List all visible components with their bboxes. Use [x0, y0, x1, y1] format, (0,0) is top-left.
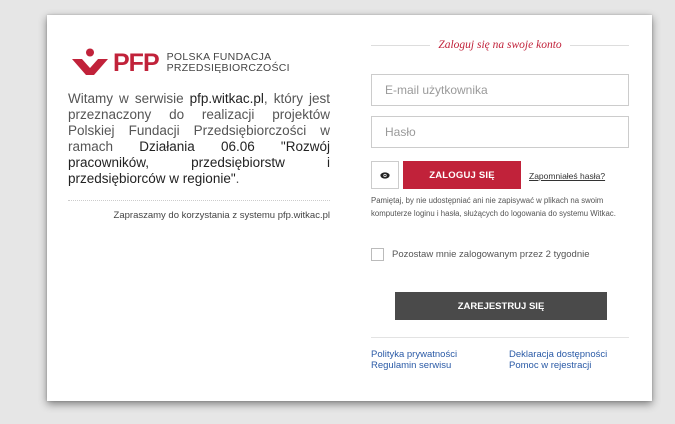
remember-label[interactable]: Pozostaw mnie zalogowanym przez 2 tygodn…: [392, 249, 590, 260]
pfp-logo-icon: [72, 48, 108, 75]
left-divider: [68, 200, 330, 201]
password-input[interactable]: [371, 116, 629, 148]
footer-links-left: Polityka prywatności Regulamin serwisu: [371, 349, 457, 371]
login-card: PFP POLSKA FUNDACJA PRZEDSIĘBIORCZOŚCI W…: [47, 15, 652, 401]
privacy-policy-link[interactable]: Polityka prywatności: [371, 349, 457, 360]
forgot-password-link[interactable]: Zapomniałeś hasła?: [529, 171, 605, 181]
terms-link[interactable]: Regulamin serwisu: [371, 360, 457, 371]
remember-me[interactable]: Pozostaw mnie zalogowanym przez 2 tygodn…: [371, 248, 590, 261]
logo-name-line2: PRZEDSIĘBIORCZOŚCI: [166, 62, 290, 74]
intro-part1: Witamy w serwisie: [68, 91, 190, 106]
heading-line-right: [569, 44, 629, 46]
login-button[interactable]: ZALOGUJ SIĘ: [403, 161, 521, 189]
security-notice: Pamiętaj, by nie udostępniać ani nie zap…: [371, 196, 616, 218]
intro-part3: .: [235, 171, 240, 186]
register-button[interactable]: ZAREJESTRUJ SIĘ: [395, 292, 607, 320]
login-heading-text: Zaloguj się na swoje konto: [438, 39, 562, 51]
welcome-text: Zapraszamy do korzystania z systemu pfp.…: [113, 210, 330, 221]
pfp-logo: PFP POLSKA FUNDACJA PRZEDSIĘBIORCZOŚCI: [70, 48, 290, 78]
login-heading: Zaloguj się na swoje konto: [371, 39, 629, 51]
logo-acronym: PFP: [113, 48, 160, 77]
intro-site: pfp.witkac.pl: [189, 91, 264, 106]
email-input[interactable]: [371, 74, 629, 106]
eye-icon: [380, 171, 390, 179]
logo-fullname: POLSKA FUNDACJA PRZEDSIĘBIORCZOŚCI: [167, 52, 290, 74]
intro-text: Witamy w serwisie pfp.witkac.pl, który j…: [68, 91, 330, 187]
footer-links-right: Deklaracja dostępności Pomoc w rejestrac…: [509, 349, 607, 371]
registration-help-link[interactable]: Pomoc w rejestracji: [509, 360, 607, 371]
show-password-button[interactable]: [371, 161, 399, 189]
heading-line-left: [371, 44, 431, 46]
right-divider: [371, 337, 629, 338]
remember-checkbox[interactable]: [371, 248, 384, 261]
accessibility-link[interactable]: Deklaracja dostępności: [509, 349, 607, 360]
